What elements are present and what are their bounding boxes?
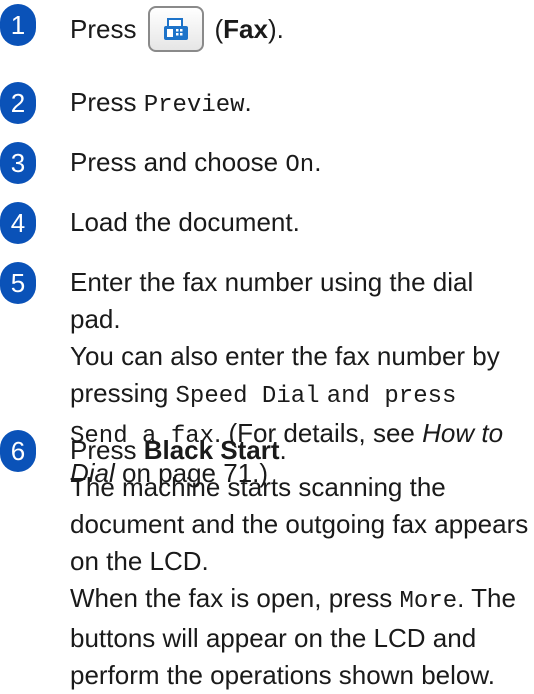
step-line: Enter the fax number using the dial pad. (70, 267, 474, 334)
lcd-option-speed-dial: Speed Dial (175, 383, 320, 410)
step-text-prefix: pressing (70, 378, 169, 408)
lcd-option-on: On (285, 152, 315, 179)
step-text-prefix: Press (70, 13, 137, 44)
step-line: You can also enter the fax number by (70, 341, 500, 371)
step-number-badge: 4 (0, 202, 36, 244)
fax-button[interactable] (148, 6, 205, 52)
step-line: Press Black Start. (70, 432, 530, 469)
fax-label: Fax (223, 13, 268, 44)
lcd-option-preview: Preview (143, 92, 245, 119)
step-text-suffix: . (244, 87, 252, 117)
step-text: Load the document. (70, 207, 300, 237)
step-paragraph: When the fax is open, press More. The bu… (70, 580, 530, 694)
step-text: Press Preview. (70, 84, 530, 124)
step-number-badge: 5 (0, 262, 36, 304)
step-text-suffix: ). (267, 13, 284, 44)
lcd-connector-text: and press (326, 383, 457, 410)
step-text-suffix: . (279, 435, 287, 465)
step-number-badge: 2 (0, 82, 36, 124)
step-text-prefix: Press (70, 87, 137, 117)
step-text-prefix: When the fax is open, press (70, 583, 393, 613)
step-text-prefix: Press and choose (70, 147, 279, 177)
step-text: Press Black Start. The machine starts sc… (70, 432, 530, 694)
black-start-key-label: Black Start (143, 435, 280, 465)
step-number-badge: 1 (0, 4, 36, 46)
fax-machine-icon (164, 18, 189, 40)
step-line: pressing Speed Dial and press (70, 375, 530, 415)
step-paragraph: The machine starts scanning the document… (70, 472, 529, 576)
step-text: Press and choose On. (70, 144, 530, 184)
step-text-suffix: . (314, 147, 322, 177)
step-text-prefix: Press (70, 435, 137, 465)
step-number-badge: 3 (0, 142, 36, 184)
step-number-badge: 6 (0, 430, 36, 472)
lcd-option-more: More (399, 588, 458, 615)
step-text: Press (Fax). (70, 6, 530, 54)
